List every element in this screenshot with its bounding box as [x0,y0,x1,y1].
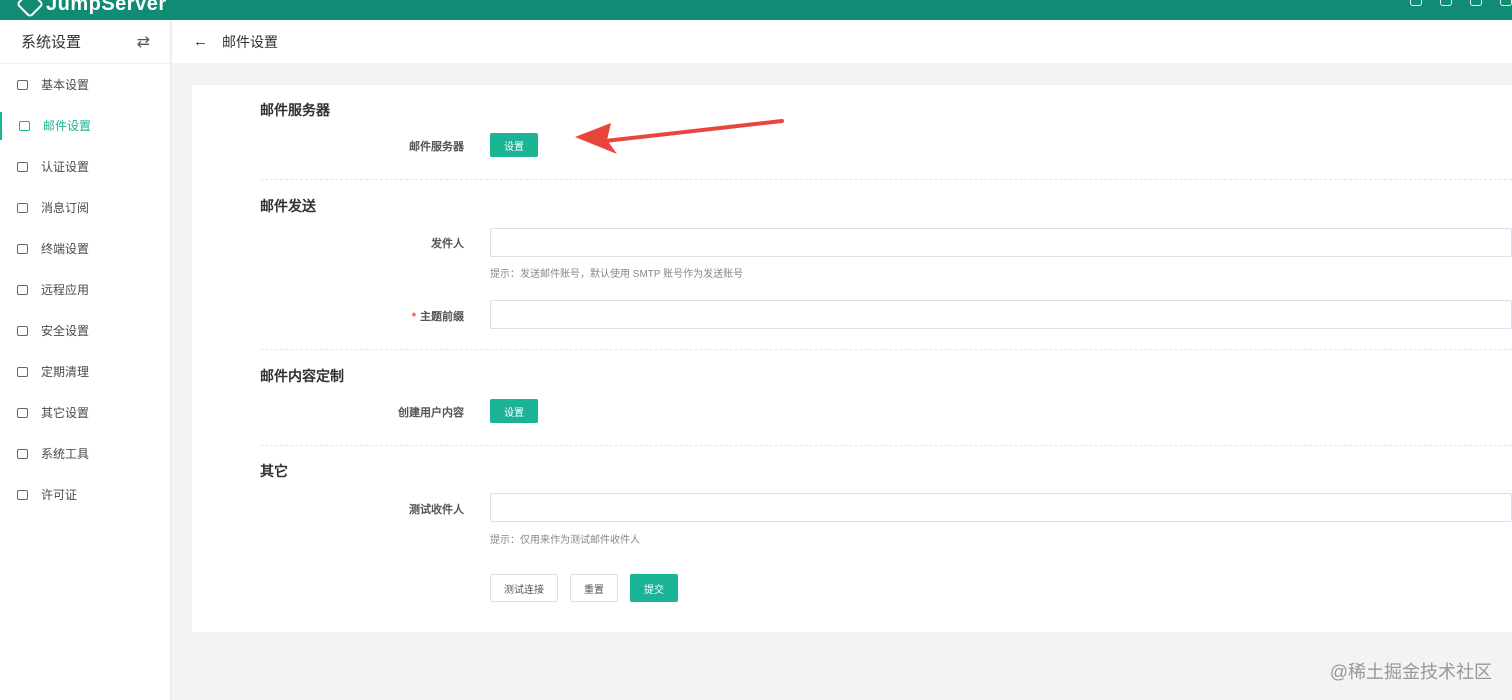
tools-icon [17,448,28,459]
sidebar-item-cleanup[interactable]: 定期清理 [0,351,170,392]
sidebar-item-remote-apps[interactable]: 远程应用 [0,269,170,310]
divider [260,179,1512,180]
section-title-mail-send: 邮件发送 [260,198,316,214]
create-user-content-label: 创建用户内容 [398,407,464,419]
sidebar-item-label: 其它设置 [41,406,90,420]
arrow-left-icon[interactable]: ← [193,33,209,50]
sidebar-item-license[interactable]: 许可证 [0,474,170,515]
grid-icon [17,79,28,90]
sidebar-item-subscription[interactable]: 消息订阅 [0,187,170,228]
top-icons [1410,0,1512,6]
sender-input[interactable] [490,228,1512,257]
diamond-icon [17,489,28,500]
mail-server-label: 邮件服务器 [409,141,464,153]
sidebar-item-terminal[interactable]: 终端设置 [0,228,170,269]
sidebar-item-label: 邮件设置 [43,119,92,133]
sender-hint: 提示：发送邮件账号，默认使用 SMTP 账号作为发送账号 [490,269,744,280]
subject-prefix-label-text: 主题前缀 [420,311,464,323]
subject-prefix-label: * 主题前缀 [264,308,464,324]
test-recipient-hint: 提示：仅用来作为测试邮件收件人 [490,535,640,546]
test-recipient-label: 测试收件人 [409,504,464,516]
terminal-icon [17,243,28,254]
test-recipient-input[interactable] [490,493,1512,522]
swap-icon[interactable]: ⇄ [137,32,150,52]
message-icon[interactable] [1440,0,1452,6]
bell-icon[interactable] [1410,0,1422,6]
sidebar-header: 系统设置 ⇄ [0,20,170,64]
sidebar-item-label: 认证设置 [41,160,90,174]
page-title: 邮件设置 [222,33,278,50]
page-header: ← 邮件设置 [172,20,1512,63]
sidebar-item-label: 终端设置 [41,242,90,256]
sidebar-item-label: 安全设置 [41,324,90,338]
sidebar-item-auth[interactable]: 认证设置 [0,146,170,187]
reset-button[interactable]: 重置 [570,574,618,602]
eye-icon [17,407,28,418]
brand-name: JumpServer [46,0,167,15]
subject-prefix-input[interactable] [490,300,1512,329]
jumpserver-logo-icon [15,0,45,19]
broom-icon [17,366,28,377]
sidebar-title: 系统设置 [21,34,82,51]
sidebar-item-label: 系统工具 [41,447,90,461]
email-settings-form: 邮件服务器 邮件服务器 设置 邮件发送 发件人 提示：发送邮件账号，默认使用 S… [192,85,1512,632]
sidebar-menu: 基本设置 邮件设置 认证设置 消息订阅 终端设置 远程应用 安全设置 定期清理 [0,64,170,515]
test-connection-button[interactable]: 测试连接 [490,574,558,602]
submit-button[interactable]: 提交 [630,574,678,602]
annotation-arrow [575,119,784,154]
sidebar-item-basic[interactable]: 基本设置 [0,64,170,105]
divider [260,445,1512,446]
sidebar-item-label: 定期清理 [41,365,90,379]
required-mark: * [411,311,416,323]
brand-logo[interactable]: JumpServer [15,0,167,19]
sidebar-item-email[interactable]: 邮件设置 [0,105,170,146]
section-title-mail-content: 邮件内容定制 [260,368,344,384]
mail-server-settings-button[interactable]: 设置 [490,133,538,157]
sidebar-item-tools[interactable]: 系统工具 [0,433,170,474]
bell-icon [17,202,28,213]
section-title-other: 其它 [260,463,288,479]
annotation-arrow-shaft [603,119,784,143]
sidebar: 系统设置 ⇄ 基本设置 邮件设置 认证设置 消息订阅 终端设置 远程应用 安全设… [0,20,171,700]
sidebar-item-label: 基本设置 [41,78,90,92]
id-card-icon [17,161,28,172]
sidebar-item-label: 远程应用 [41,283,90,297]
sidebar-item-security[interactable]: 安全设置 [0,310,170,351]
sidebar-item-label: 许可证 [41,488,78,502]
shield-icon [17,325,28,336]
sidebar-item-label: 消息订阅 [41,201,90,215]
divider [260,349,1512,350]
sidebar-item-other[interactable]: 其它设置 [0,392,170,433]
watermark: @稀土掘金技术社区 [1329,662,1492,682]
sender-label: 发件人 [431,238,464,250]
section-title-mail-server: 邮件服务器 [260,102,330,118]
apps-icon [17,284,28,295]
create-user-content-settings-button[interactable]: 设置 [490,399,538,423]
help-icon[interactable] [1500,0,1512,6]
mail-icon [19,120,30,131]
settings-icon[interactable] [1470,0,1482,6]
top-navbar: JumpServer [0,0,1512,20]
